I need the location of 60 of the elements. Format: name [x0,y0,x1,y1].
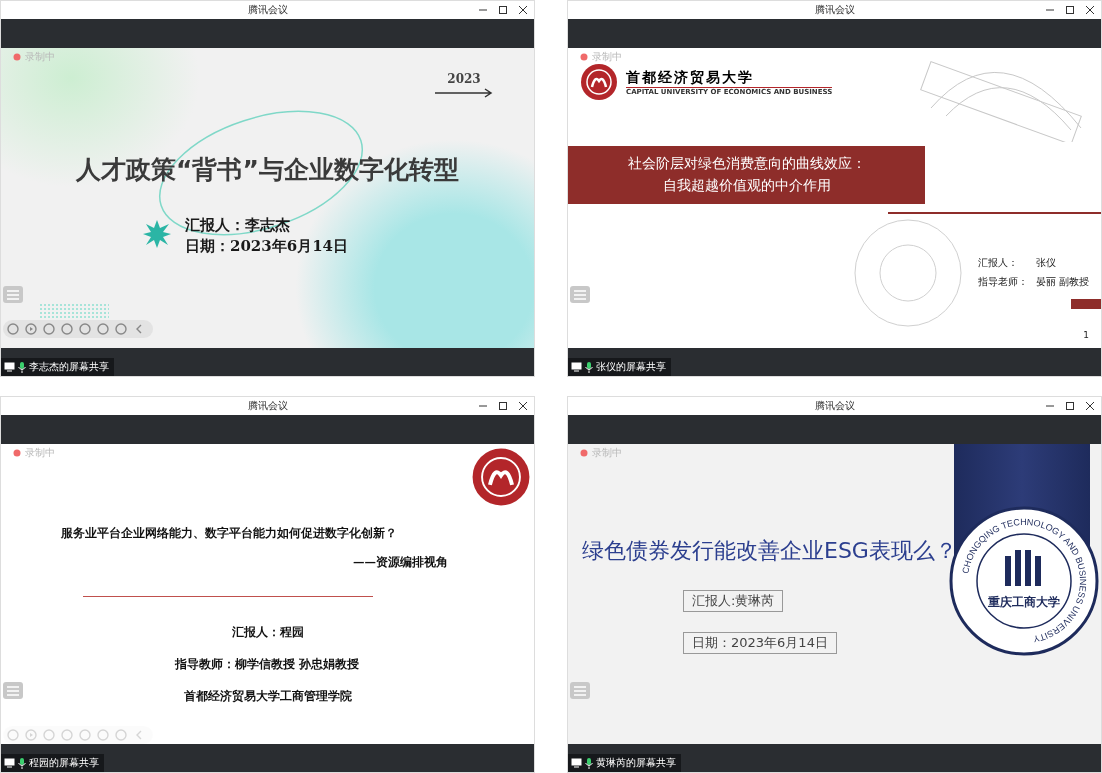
share-label: 张仪的屏幕共享 [596,360,666,374]
credit-label: 指导老师： [978,275,1029,289]
accent-bar [1071,299,1101,309]
credit-value: 晏丽 副教授 [1036,275,1090,289]
share-label: 李志杰的屏幕共享 [29,360,109,374]
arrow-icon [435,88,493,98]
menu-button[interactable] [3,682,23,699]
slide-text: 汇报人：李志杰 [185,216,291,235]
slide-text: 汇报人：程园 [231,625,304,640]
screen-share-icon [4,758,15,768]
recording-icon [13,53,21,61]
close-icon[interactable] [518,401,528,411]
starburst-icon [143,220,171,248]
info-box: 日期：2023年6月14日 [683,632,837,654]
maximize-icon[interactable] [498,401,508,411]
slide-subtitle: ——资源编排视角 [353,555,448,570]
maximize-icon[interactable] [1065,5,1075,15]
close-icon[interactable] [518,5,528,15]
university-name: 首都经济贸易大学 [626,68,833,88]
credit-label: 汇报人： [978,256,1019,270]
microphone-icon [18,361,26,373]
close-icon[interactable] [1085,401,1095,411]
dot-grid-drawing [39,303,109,319]
screen-share-icon [4,362,15,372]
window-title: 腾讯会议 [247,3,288,17]
info-box: 汇报人:黄琳芮 [683,590,784,612]
slide-title: 服务业平台企业网络能力、数字平台能力如何促进数字化创新？ [61,526,397,541]
back-icon[interactable] [7,323,19,335]
window-title: 腾讯会议 [814,3,855,17]
recording-label: 录制中 [592,50,622,64]
university-logo-icon [580,63,618,101]
maximize-icon[interactable] [498,5,508,15]
window-title: 腾讯会议 [814,399,855,413]
maximize-icon[interactable] [1065,401,1075,411]
recording-label: 录制中 [25,446,55,460]
slide-text: 日期：2023年6月14日 [185,237,349,256]
screen-share-icon [571,758,582,768]
microphone-icon [18,757,26,769]
slide-title: 自我超越价值观的中介作用 [662,177,831,195]
menu-button[interactable] [570,286,590,303]
menu-button[interactable] [3,286,23,303]
microphone-icon [585,757,593,769]
share-label: 黄琳芮的屏幕共享 [596,756,676,770]
slide-title: 社会阶层对绿色消费意向的曲线效应： [627,155,866,173]
window-title: 腾讯会议 [247,399,288,413]
slide-text: 首都经济贸易大学工商管理学院 [183,689,352,704]
year-text: 2023 [447,72,481,86]
play-icon[interactable] [25,323,37,335]
share-label: 程园的屏幕共享 [29,756,99,770]
university-logo-icon [471,447,531,507]
page-number: 1 [1083,330,1089,340]
microphone-icon [585,361,593,373]
menu-button[interactable] [570,682,590,699]
recording-icon [13,449,21,457]
close-icon[interactable] [1085,5,1095,15]
credit-value: 张仪 [1036,256,1056,270]
screen-share-icon [571,362,582,372]
recording-icon [580,449,588,457]
slide-text: 指导教师：柳学信教授 孙忠娟教授 [175,657,360,672]
recording-icon [580,53,588,61]
